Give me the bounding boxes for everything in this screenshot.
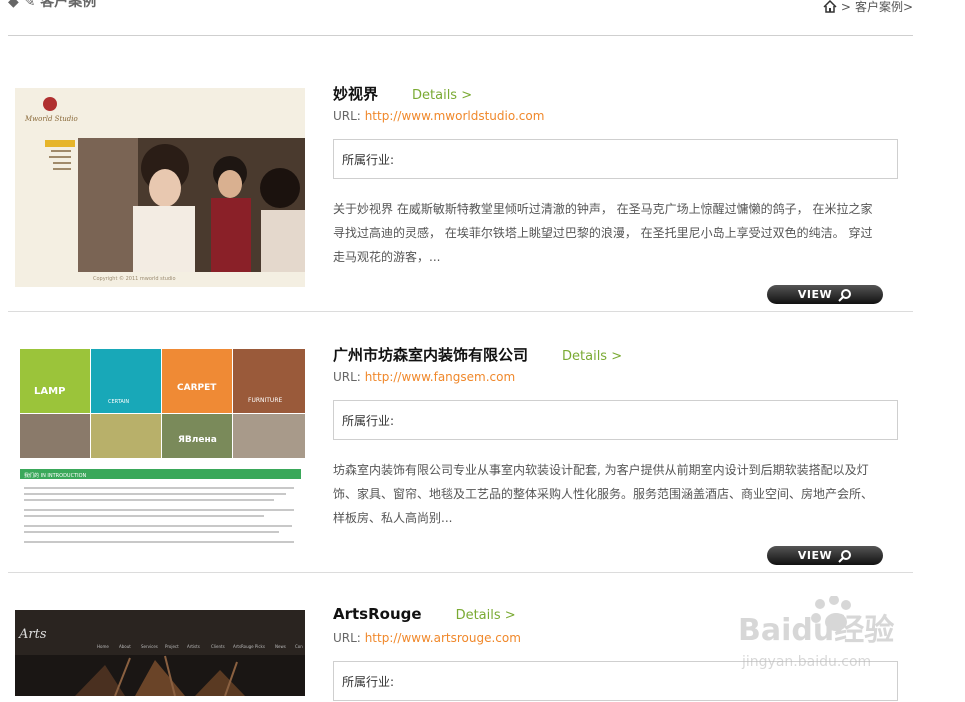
case-thumbnail[interactable]: Arts Home About Services Project Artists Cli… (15, 610, 305, 696)
thumb-tile-label: FURNITURE (248, 397, 282, 404)
details-link[interactable]: Details > (562, 349, 622, 364)
view-button[interactable]: VIEW (767, 285, 883, 304)
thumb-tile-label: CERTAIN (108, 399, 129, 405)
case-info: 妙视界 Details > URL: http://www.mworldstud… (333, 83, 898, 269)
url-row: URL: http://www.fangsem.com (333, 370, 516, 384)
case-thumbnail[interactable]: LAMP CERTAIN CARPET FURNITURE ЯВлена 我们的… (20, 349, 305, 548)
case-description: 坊森室内装饰有限公司专业从事室内软装设计配套, 为客户提供从前期室内设计到后期软… (333, 463, 874, 525)
case-title[interactable]: 妙视界 (333, 83, 378, 104)
industry-box: 所属行业: (333, 139, 898, 179)
case-info: 广州市坊森室内装饰有限公司 Details > URL: http://www.… (333, 344, 898, 530)
case-url-link[interactable]: http://www.artsrouge.com (365, 631, 521, 645)
breadcrumb: > 客户案例> (823, 0, 913, 15)
thumb-tile-label: CARPET (177, 383, 217, 393)
section-title: ◆ ✎ 客户案例 (8, 0, 97, 10)
home-icon[interactable] (823, 0, 837, 13)
magnifier-icon (838, 549, 852, 563)
svg-text:Clients: Clients (211, 644, 225, 649)
details-link[interactable]: Details > (456, 608, 516, 623)
view-button[interactable]: VIEW (767, 546, 883, 565)
svg-text:Con: Con (295, 644, 303, 649)
watermark-site: jingyan.baidu.com (741, 654, 871, 670)
svg-text:Mworld Studio: Mworld Studio (24, 115, 78, 123)
breadcrumb-sep: > (840, 0, 851, 14)
watermark-brand: Baidu经验 (738, 613, 894, 648)
svg-text:Copyright © 2011 mworld studio: Copyright © 2011 mworld studio (93, 275, 176, 282)
case-title[interactable]: 广州市坊森室内装饰有限公司 (333, 344, 528, 365)
thumb-tile-label: LAMP (34, 386, 65, 397)
svg-text:Arts: Arts (18, 627, 47, 642)
svg-text:ЯВлена: ЯВлена (178, 435, 217, 445)
svg-text:Artists: Artists (187, 644, 200, 649)
case-title[interactable]: ArtsRouge (333, 605, 422, 623)
svg-text:ArtsRouge Picks: ArtsRouge Picks (233, 644, 265, 649)
url-row: URL: http://www.mworldstudio.com (333, 109, 545, 123)
baidu-watermark: Baidu经验 jingyan.baidu.com (738, 595, 913, 676)
thumb-banner: 我们的 IN INTRODUCTION (24, 472, 87, 479)
case-description: 关于妙视界 在威斯敏斯特教堂里倾听过清澈的钟声， 在圣马克广场上惊醒过慵懒的鸽子… (333, 202, 873, 264)
svg-text:About: About (119, 644, 131, 649)
svg-text:News: News (275, 644, 286, 649)
svg-text:Project: Project (165, 644, 179, 649)
case-item: Mworld Studio Copyright © 2011 mworld st… (8, 36, 913, 312)
case-thumbnail[interactable]: Mworld Studio Copyright © 2011 mworld st… (15, 88, 305, 287)
breadcrumb-current[interactable]: 客户案例> (855, 0, 913, 15)
details-link[interactable]: Details > (412, 88, 472, 103)
case-item: LAMP CERTAIN CARPET FURNITURE ЯВлена 我们的… (8, 312, 913, 573)
case-url-link[interactable]: http://www.fangsem.com (365, 370, 516, 384)
svg-text:Home: Home (97, 644, 109, 649)
industry-box: 所属行业: (333, 400, 898, 440)
svg-text:Services: Services (141, 644, 158, 649)
case-url-link[interactable]: http://www.mworldstudio.com (365, 109, 545, 123)
magnifier-icon (838, 288, 852, 302)
